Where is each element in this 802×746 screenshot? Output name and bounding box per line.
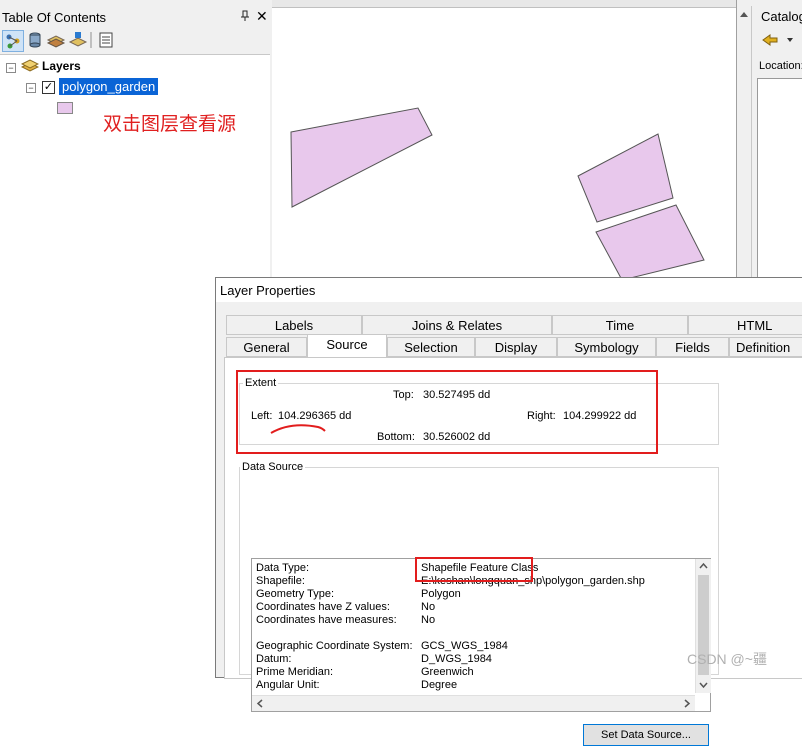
dialog-titlebar: Layer Properties — [216, 278, 802, 302]
tab-labels[interactable]: Labels — [226, 315, 362, 335]
close-icon[interactable]: ✕ — [256, 8, 268, 25]
layer-visibility-checkbox[interactable]: ✓ — [42, 81, 55, 94]
list-by-source-icon[interactable] — [25, 30, 45, 50]
collapse-layer-toggle[interactable]: − — [26, 83, 36, 93]
data-source-value: D_WGS_1984 — [421, 653, 492, 665]
layer-name[interactable]: polygon_garden — [59, 78, 159, 95]
data-source-key: Coordinates have measures: — [256, 614, 397, 626]
tab-symbology[interactable]: Symbology — [557, 337, 656, 357]
data-source-value: Degree — [421, 679, 458, 691]
list-by-visibility-icon[interactable] — [46, 30, 66, 50]
toc-titlebar: Table Of Contents ✕ — [0, 7, 272, 29]
data-source-legend: Data Source — [240, 461, 306, 473]
tab-time[interactable]: Time — [552, 315, 688, 335]
layers-root-label[interactable]: Layers — [42, 59, 81, 73]
layers-group-icon — [20, 59, 40, 76]
pin-icon[interactable] — [240, 10, 250, 25]
data-source-value: GCS_WGS_1984 — [421, 640, 508, 652]
back-arrow-icon[interactable] — [761, 33, 797, 50]
data-source-key: Prime Meridian: — [256, 666, 334, 678]
horizontal-scrollbar[interactable] — [252, 695, 695, 711]
options-icon[interactable] — [96, 30, 116, 50]
polygon-feature-1 — [290, 107, 433, 208]
vertical-scrollbar[interactable] — [695, 559, 711, 693]
tab-display[interactable]: Display — [475, 337, 557, 357]
tab-definition[interactable]: Definition — [729, 337, 802, 357]
tab-fields[interactable]: Fields — [656, 337, 729, 357]
data-source-value: No — [421, 614, 436, 626]
extent-highlight-box — [236, 370, 658, 454]
annotation-text: 双击图层查看源 — [103, 114, 237, 135]
list-by-selection-icon[interactable] — [68, 30, 88, 50]
data-source-key: Angular Unit: — [256, 679, 320, 691]
data-source-key: Data Type: — [256, 562, 309, 574]
polygon-feature-2 — [577, 133, 674, 223]
gcs-highlight-box — [415, 557, 533, 582]
data-source-value: Polygon — [421, 588, 461, 600]
toolbar-separator — [90, 32, 92, 48]
list-by-drawing-order-icon[interactable] — [2, 30, 24, 52]
tab-selection[interactable]: Selection — [387, 337, 475, 357]
catalog-tree[interactable] — [757, 78, 802, 290]
data-source-key: Geometry Type: — [256, 588, 335, 600]
watermark-text: CSDN @~疆 — [687, 651, 767, 667]
catalog-title: Catalog — [761, 9, 802, 24]
collapse-layers-toggle[interactable]: − — [6, 63, 16, 73]
data-source-value: Greenwich — [421, 666, 474, 678]
tab-source[interactable]: Source — [307, 334, 387, 358]
layer-symbol-swatch[interactable] — [57, 102, 73, 114]
toc-toolbar — [0, 29, 272, 53]
catalog-location-label: Location: — [759, 60, 802, 72]
layer-properties-dialog: Layer Properties Labels Joins & Relates … — [215, 277, 802, 746]
tab-html-popup[interactable]: HTML Popup — [688, 315, 802, 353]
data-source-key: Datum: — [256, 653, 292, 665]
data-source-key: Coordinates have Z values: — [256, 601, 390, 613]
data-source-key: Geographic Coordinate System: — [256, 640, 413, 652]
tab-general[interactable]: General — [226, 337, 307, 357]
dialog-title: Layer Properties — [220, 283, 316, 298]
tab-joins-relates[interactable]: Joins & Relates — [362, 315, 552, 335]
data-source-key: Shapefile: — [256, 575, 305, 587]
set-data-source-button[interactable]: Set Data Source... — [583, 724, 709, 746]
data-source-value: No — [421, 601, 436, 613]
left-value-underline — [270, 424, 326, 434]
toc-title: Table Of Contents — [2, 10, 107, 25]
